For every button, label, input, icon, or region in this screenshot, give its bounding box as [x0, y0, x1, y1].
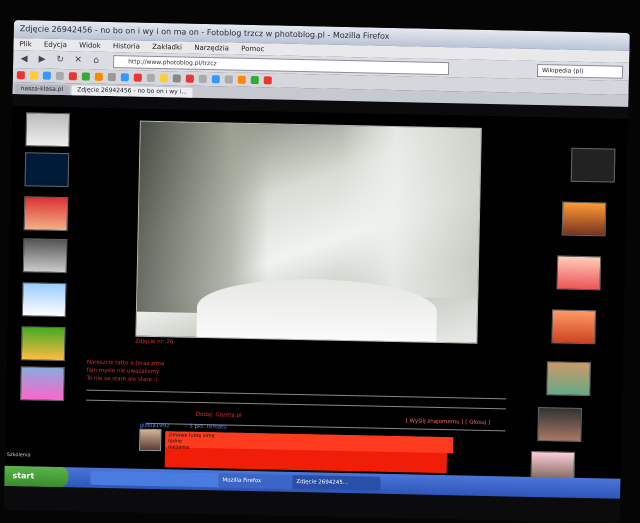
bookmark-icon[interactable] — [237, 75, 246, 84]
desktop-label: Szkolenia — [6, 451, 31, 459]
bookmark-icon[interactable] — [55, 71, 64, 81]
avatar[interactable] — [139, 428, 162, 452]
bookmark-icon[interactable] — [133, 73, 142, 82]
thumbnail-left[interactable] — [25, 112, 71, 148]
comment-user-link[interactable]: - 5 pkt. tematu — [185, 424, 226, 431]
description-line: fajn myśle nie uwazalismy — [86, 367, 160, 376]
bookmark-icon[interactable] — [16, 71, 25, 80]
bookmark-icon[interactable] — [68, 72, 77, 81]
menu-file[interactable]: Plik — [19, 40, 31, 48]
comment-user[interactable]: gizela1992 — [139, 423, 169, 430]
bookmark-icon[interactable] — [185, 74, 194, 83]
stop-icon[interactable]: ✕ — [71, 54, 85, 66]
bookmark-icon[interactable] — [172, 74, 181, 83]
thumbnail-left[interactable] — [22, 238, 68, 274]
thumbnail-right[interactable] — [556, 255, 602, 291]
add-comment-label: Dodaj: Gazeta.pl — [195, 411, 242, 419]
taskbar-item[interactable]: Zdjęcie 2694245... — [292, 474, 381, 491]
search-input[interactable]: Wikipedia (pl) — [536, 63, 624, 79]
reload-icon[interactable]: ↻ — [53, 54, 67, 66]
divider — [86, 399, 506, 410]
home-icon[interactable]: ⌂ — [89, 55, 103, 67]
menu-history[interactable]: Historia — [113, 42, 140, 51]
bookmark-icon[interactable] — [224, 75, 233, 84]
menu-help[interactable]: Pomoc — [241, 45, 264, 53]
tab-photoblog[interactable]: Zdjęcie 26942456 - no bo on i wy i... — [71, 85, 194, 98]
thumbnail-left[interactable] — [24, 152, 70, 188]
forward-icon[interactable]: ▶ — [35, 53, 49, 65]
taskbar-item[interactable] — [154, 472, 223, 488]
bookmark-icon[interactable] — [94, 72, 103, 81]
bookmark-icon[interactable] — [211, 75, 220, 84]
share-links[interactable]: [ Wyślij znajomemu ] [ Głosuj ] — [406, 418, 491, 426]
menu-tools[interactable]: Narzędzia — [194, 44, 229, 53]
tab-nasza-klasa[interactable]: nasza-klasa.pl — [14, 84, 70, 96]
thumbnail-right[interactable] — [551, 309, 597, 345]
bookmark-icon[interactable] — [159, 74, 168, 83]
thumbnail-left[interactable] — [20, 326, 66, 362]
thumbnail-left[interactable] — [23, 196, 69, 232]
divider — [86, 389, 507, 400]
photo-caption: Zdjęcie nr: 26 — [135, 338, 174, 346]
thumbnail-right[interactable] — [561, 201, 607, 237]
taskbar-item[interactable] — [90, 470, 159, 487]
start-button[interactable]: start — [4, 465, 69, 488]
monitor-screen: Zdjęcie 26942456 - no bo on i wy i on ma… — [3, 20, 630, 523]
bookmark-icon[interactable] — [263, 76, 272, 85]
bookmark-icon[interactable] — [120, 73, 129, 82]
menu-edit[interactable]: Edycja — [44, 41, 67, 49]
description-line: To nie sa stare ale stare :) — [86, 375, 158, 384]
thumbnail-left[interactable] — [21, 282, 67, 318]
bookmark-icon[interactable] — [81, 72, 90, 81]
back-icon[interactable]: ◀ — [17, 53, 31, 65]
bookmark-icon[interactable] — [250, 75, 259, 85]
description-line: Nareszcie tatto a teraz zima — [86, 359, 165, 368]
thumbnail-right[interactable] — [537, 407, 582, 442]
thumbnail-right[interactable] — [546, 361, 591, 397]
menu-bookmarks[interactable]: Zakładki — [152, 43, 182, 52]
thumbnail-right[interactable] — [570, 147, 616, 183]
bookmark-icon[interactable] — [107, 72, 116, 82]
photo-trees-right — [337, 125, 481, 299]
comment-text: zimowe lubię zimę ładne niezame — [165, 431, 454, 454]
menu-view[interactable]: Widok — [79, 41, 101, 49]
main-photo[interactable] — [135, 120, 482, 344]
comment-box: zimowe lubię zimę ładne niezame — [164, 431, 454, 474]
taskbar-item[interactable]: Mozilla Firefox — [218, 473, 297, 490]
thumbnail-left[interactable] — [20, 366, 65, 402]
bookmark-icon[interactable] — [29, 71, 38, 80]
bookmark-icon[interactable] — [146, 73, 155, 82]
page-content: Zdjęcie nr: 26 Nareszcie tatto a teraz z… — [4, 105, 629, 489]
bookmark-icon[interactable] — [42, 71, 51, 80]
bookmark-icon[interactable] — [198, 74, 207, 84]
